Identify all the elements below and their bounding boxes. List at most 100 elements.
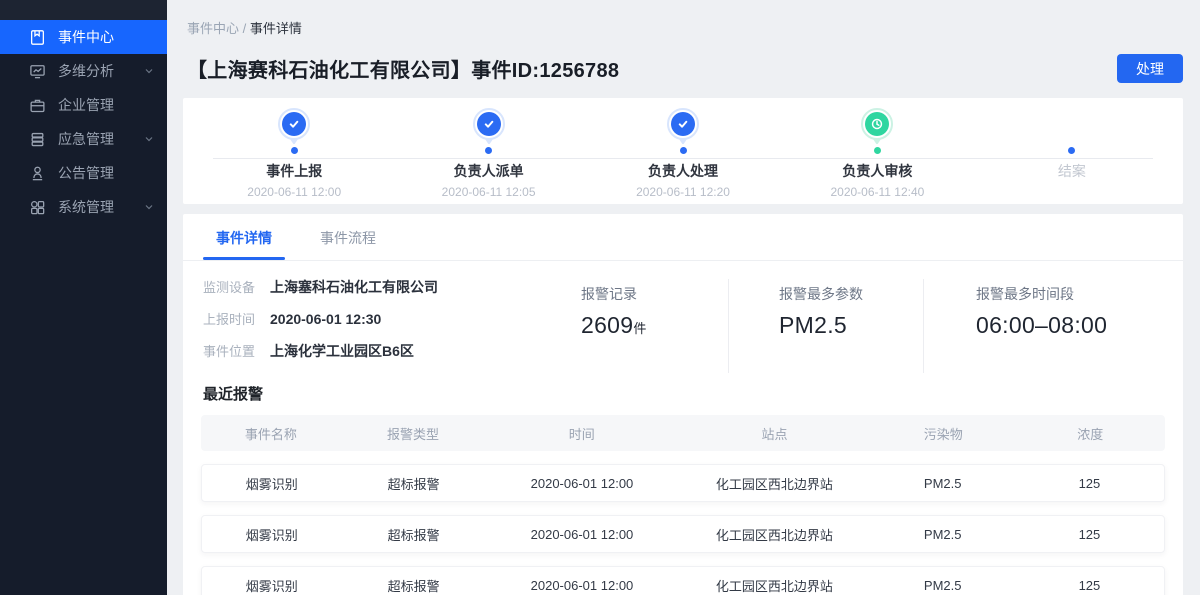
cell-pollutant: PM2.5 <box>871 578 1015 593</box>
timeline-tail <box>290 139 298 145</box>
check-circle-icon <box>667 108 699 140</box>
cell-alarm-type: 超标报警 <box>341 474 485 493</box>
timeline-dot <box>680 147 687 154</box>
stat-top-parameter: 报警最多参数 PM2.5 <box>728 279 923 373</box>
field-event-location: 事件位置 上海化学工业园区B6区 <box>203 341 555 362</box>
stat-top-time-range: 报警最多时间段 06:00–08:00 <box>923 279 1163 373</box>
breadcrumb-separator: / <box>243 21 247 36</box>
field-label: 事件位置 <box>203 342 255 362</box>
step-label: 负责人审核 <box>842 161 912 181</box>
sidebar-item-label: 多维分析 <box>58 61 114 81</box>
timeline-dot <box>485 147 492 154</box>
briefcase-icon <box>29 97 46 114</box>
tab-event-flow[interactable]: 事件流程 <box>307 214 389 260</box>
cell-event-name: 烟雾识别 <box>202 525 341 544</box>
timeline-tail <box>679 139 687 145</box>
sidebar-item-enterprise-mgmt[interactable]: 企业管理 <box>0 88 167 122</box>
field-value: 上海化学工业园区B6区 <box>270 341 414 361</box>
detail-section: 监测设备 上海塞科石油化工有限公司 上报时间 2020-06-01 12:30 … <box>183 261 1183 373</box>
recent-alarms-table: 事件名称 报警类型 时间 站点 污染物 浓度 烟雾识别 超标报警 2020-06… <box>201 415 1165 595</box>
cell-event-name: 烟雾识别 <box>202 576 341 595</box>
cell-station: 化工园区西北边界站 <box>678 525 870 544</box>
timeline-step-closed: 结案 <box>975 98 1169 204</box>
step-date: 2020-06-11 12:00 <box>247 185 341 199</box>
sidebar-item-event-center[interactable]: 事件中心 <box>0 20 167 54</box>
step-label: 负责人处理 <box>648 161 718 181</box>
table-header-row: 事件名称 报警类型 时间 站点 污染物 浓度 <box>201 415 1165 451</box>
page-title: 【上海赛科石油化工有限公司】事件ID:1256788 <box>187 54 619 83</box>
breadcrumb-parent[interactable]: 事件中心 <box>187 21 239 36</box>
recent-alarms-title: 最近报警 <box>203 383 1163 404</box>
stat-label: 报警记录 <box>581 284 728 304</box>
sidebar: 事件中心 多维分析 企业管理 <box>0 0 167 595</box>
stamp-icon <box>29 165 46 182</box>
timeline-dot <box>1068 147 1075 154</box>
server-icon <box>29 131 46 148</box>
sidebar-item-emergency-mgmt[interactable]: 应急管理 <box>0 122 167 156</box>
column-header: 站点 <box>678 424 871 443</box>
alarm-stats: 报警记录 2609件 报警最多参数 PM2.5 报警最多时间段 06:00–08… <box>555 279 1163 373</box>
column-header: 事件名称 <box>201 424 341 443</box>
sidebar-item-label: 事件中心 <box>58 27 114 47</box>
event-progress-timeline: 事件上报 2020-06-11 12:00 负责人派单 2020-06-11 1… <box>183 98 1183 204</box>
field-label: 监测设备 <box>203 278 255 298</box>
field-value: 2020-06-01 12:30 <box>270 309 381 329</box>
sidebar-item-system-mgmt[interactable]: 系统管理 <box>0 190 167 224</box>
timeline-step-review: 负责人审核 2020-06-11 12:40 <box>780 98 974 204</box>
cell-alarm-type: 超标报警 <box>341 576 485 595</box>
column-header: 污染物 <box>871 424 1016 443</box>
handle-button[interactable]: 处理 <box>1117 54 1183 83</box>
column-header: 时间 <box>485 424 678 443</box>
clock-circle-icon <box>861 108 893 140</box>
title-row: 【上海赛科石油化工有限公司】事件ID:1256788 处理 <box>187 54 1183 83</box>
chevron-down-icon <box>143 133 155 145</box>
tab-event-detail[interactable]: 事件详情 <box>203 214 285 260</box>
timeline-dot <box>291 147 298 154</box>
table-row[interactable]: 烟雾识别 超标报警 2020-06-01 12:00 化工园区西北边界站 PM2… <box>201 515 1165 553</box>
chevron-down-icon <box>143 65 155 77</box>
breadcrumb: 事件中心 / 事件详情 <box>183 0 1183 37</box>
timeline-tail <box>485 139 493 145</box>
sidebar-item-label: 应急管理 <box>58 129 114 149</box>
table-row[interactable]: 烟雾识别 超标报警 2020-06-01 12:00 化工园区西北边界站 PM2… <box>201 566 1165 595</box>
stat-unit: 件 <box>633 321 646 336</box>
table-row[interactable]: 烟雾识别 超标报警 2020-06-01 12:00 化工园区西北边界站 PM2… <box>201 464 1165 502</box>
timeline-step-handled: 负责人处理 2020-06-11 12:20 <box>586 98 780 204</box>
step-date: 2020-06-11 12:20 <box>636 185 730 199</box>
sidebar-item-announcement-mgmt[interactable]: 公告管理 <box>0 156 167 190</box>
column-header: 报警类型 <box>341 424 486 443</box>
sidebar-logo-area <box>0 0 167 20</box>
journal-icon <box>29 29 46 46</box>
column-header: 浓度 <box>1016 424 1165 443</box>
step-date: 2020-06-11 12:40 <box>830 185 924 199</box>
sidebar-item-multidim-analysis[interactable]: 多维分析 <box>0 54 167 88</box>
stat-label: 报警最多时间段 <box>976 284 1163 304</box>
timeline-step-reported: 事件上报 2020-06-11 12:00 <box>197 98 391 204</box>
cell-pollutant: PM2.5 <box>871 527 1015 542</box>
field-value: 上海塞科石油化工有限公司 <box>270 277 438 297</box>
cell-alarm-type: 超标报警 <box>341 525 485 544</box>
check-circle-icon <box>278 108 310 140</box>
cell-time: 2020-06-01 12:00 <box>486 527 678 542</box>
cell-concentration: 125 <box>1015 527 1164 542</box>
sidebar-item-label: 企业管理 <box>58 95 114 115</box>
field-monitor-device: 监测设备 上海塞科石油化工有限公司 <box>203 277 555 298</box>
step-label: 结案 <box>1058 161 1086 181</box>
detail-tabs: 事件详情 事件流程 <box>183 214 1183 261</box>
check-circle-icon <box>473 108 505 140</box>
event-detail-panel: 事件详情 事件流程 监测设备 上海塞科石油化工有限公司 上报时间 2020-06… <box>183 214 1183 595</box>
step-date: 2020-06-11 12:05 <box>442 185 536 199</box>
step-label: 事件上报 <box>266 161 322 181</box>
chevron-down-icon <box>143 201 155 213</box>
cell-station: 化工园区西北边界站 <box>678 474 870 493</box>
cell-concentration: 125 <box>1015 476 1164 491</box>
field-label: 上报时间 <box>203 310 255 330</box>
main-content: 事件中心 / 事件详情 【上海赛科石油化工有限公司】事件ID:1256788 处… <box>167 0 1200 595</box>
stat-label: 报警最多参数 <box>779 284 923 304</box>
sidebar-item-label: 公告管理 <box>58 163 114 183</box>
cell-time: 2020-06-01 12:00 <box>486 476 678 491</box>
cell-time: 2020-06-01 12:00 <box>486 578 678 593</box>
stat-value: 06:00–08:00 <box>976 312 1107 338</box>
cell-station: 化工园区西北边界站 <box>678 576 870 595</box>
cell-concentration: 125 <box>1015 578 1164 593</box>
